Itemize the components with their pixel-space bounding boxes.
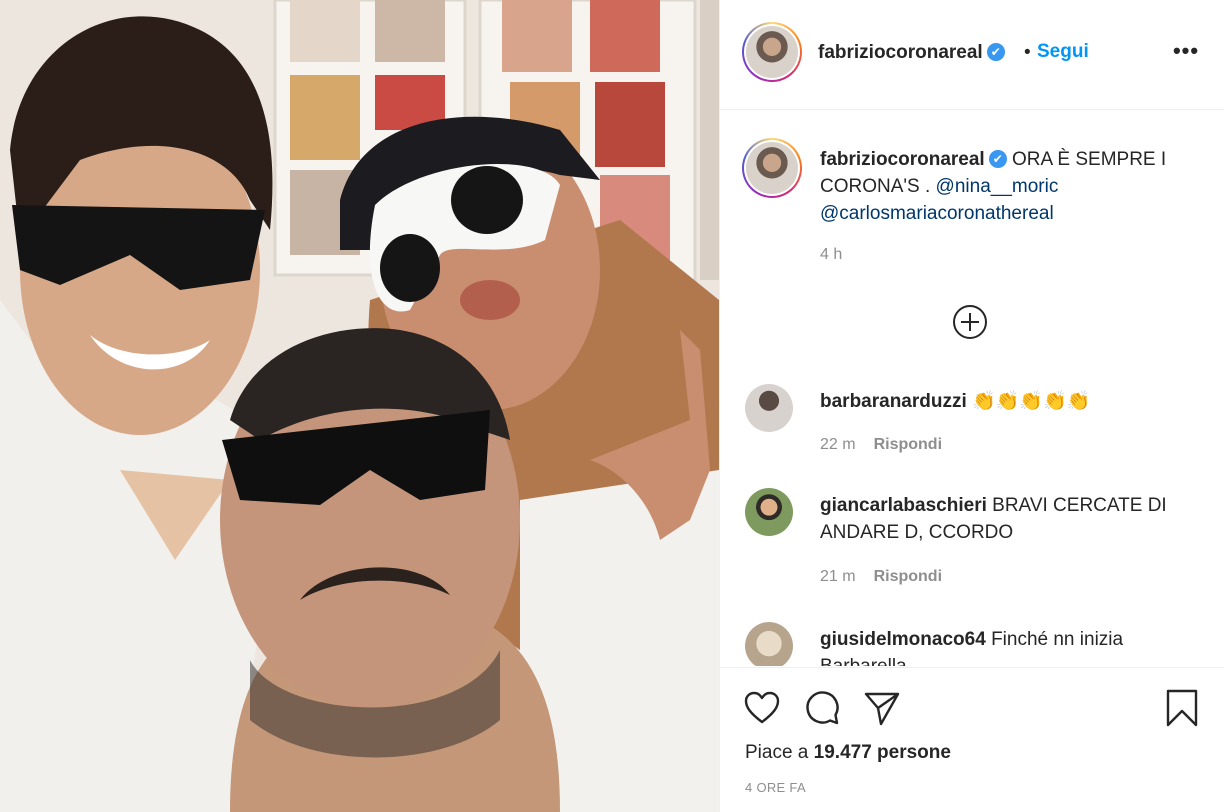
author-avatar[interactable] bbox=[742, 22, 802, 82]
comment-username[interactable]: giancarlabaschieri bbox=[820, 495, 987, 516]
separator-dot: • bbox=[1024, 42, 1031, 63]
likes-count[interactable]: Piace a 19.477 persone bbox=[745, 742, 951, 764]
post-side-panel: fabriziocoronareal ✔ • Segui ••• fabrizio… bbox=[719, 0, 1224, 812]
plus-circle-icon[interactable] bbox=[952, 304, 988, 340]
caption-timestamp: 4 h bbox=[820, 246, 843, 263]
comment-body: giancarlabaschieri BRAVI CERCATE DI ANDA… bbox=[820, 492, 1200, 546]
bookmark-icon[interactable] bbox=[1162, 688, 1202, 728]
comment-username[interactable]: giusidelmonaco64 bbox=[820, 629, 986, 650]
comment-meta: 22 m Rispondi bbox=[820, 436, 942, 454]
likes-prefix: Piace a bbox=[745, 742, 814, 763]
caption-username[interactable]: fabriziocoronareal bbox=[820, 149, 985, 170]
comment-text: 👏👏👏👏👏 bbox=[972, 391, 1091, 412]
paper-plane-icon[interactable] bbox=[862, 688, 902, 728]
post-photo[interactable] bbox=[0, 0, 719, 812]
comment-body: barbaranarduzzi 👏👏👏👏👏 bbox=[820, 388, 1200, 415]
follow-button[interactable]: Segui bbox=[1037, 41, 1089, 63]
comments-list[interactable]: barbaranarduzzi 👏👏👏👏👏 22 m Rispondi gianc… bbox=[720, 360, 1224, 666]
post-caption: fabriziocoronareal ✔ ORA È SEMPRE I CORON… bbox=[820, 146, 1200, 227]
comment-icon[interactable] bbox=[802, 688, 842, 728]
heart-icon[interactable] bbox=[742, 688, 782, 728]
reply-button[interactable]: Rispondi bbox=[874, 568, 942, 585]
commenter-avatar[interactable] bbox=[745, 488, 793, 536]
post-header: fabriziocoronareal ✔ • Segui ••• bbox=[720, 0, 1224, 110]
comment-time: 21 m bbox=[820, 568, 856, 585]
reply-button[interactable]: Rispondi bbox=[874, 436, 942, 453]
person-left bbox=[0, 16, 273, 812]
mention-link[interactable]: @nina__moric bbox=[936, 176, 1059, 197]
selfie-photo-illustration bbox=[0, 0, 719, 812]
author-username[interactable]: fabriziocoronareal ✔ bbox=[818, 42, 1005, 64]
mention-link[interactable]: @carlosmariacoronathereal bbox=[820, 203, 1054, 224]
post-timestamp: 4 ORE FA bbox=[745, 780, 806, 795]
verified-badge-icon: ✔ bbox=[986, 43, 1005, 61]
comment-time: 22 m bbox=[820, 436, 856, 453]
likes-number[interactable]: 19.477 persone bbox=[814, 742, 951, 763]
comment-username[interactable]: barbaranarduzzi bbox=[820, 391, 967, 412]
comment-meta: 21 m Rispondi bbox=[820, 568, 942, 586]
caption-author-avatar[interactable] bbox=[742, 138, 802, 198]
verified-badge-icon: ✔ bbox=[988, 150, 1007, 168]
comment-body: giusidelmonaco64 Finché nn inizia Barbar… bbox=[820, 626, 1200, 666]
commenter-avatar[interactable] bbox=[745, 384, 793, 432]
commenter-avatar[interactable] bbox=[745, 622, 793, 666]
post-actions: Piace a 19.477 persone 4 ORE FA bbox=[720, 667, 1224, 812]
more-horizontal-icon[interactable]: ••• bbox=[1172, 36, 1200, 66]
author-username-text[interactable]: fabriziocoronareal bbox=[818, 42, 983, 63]
